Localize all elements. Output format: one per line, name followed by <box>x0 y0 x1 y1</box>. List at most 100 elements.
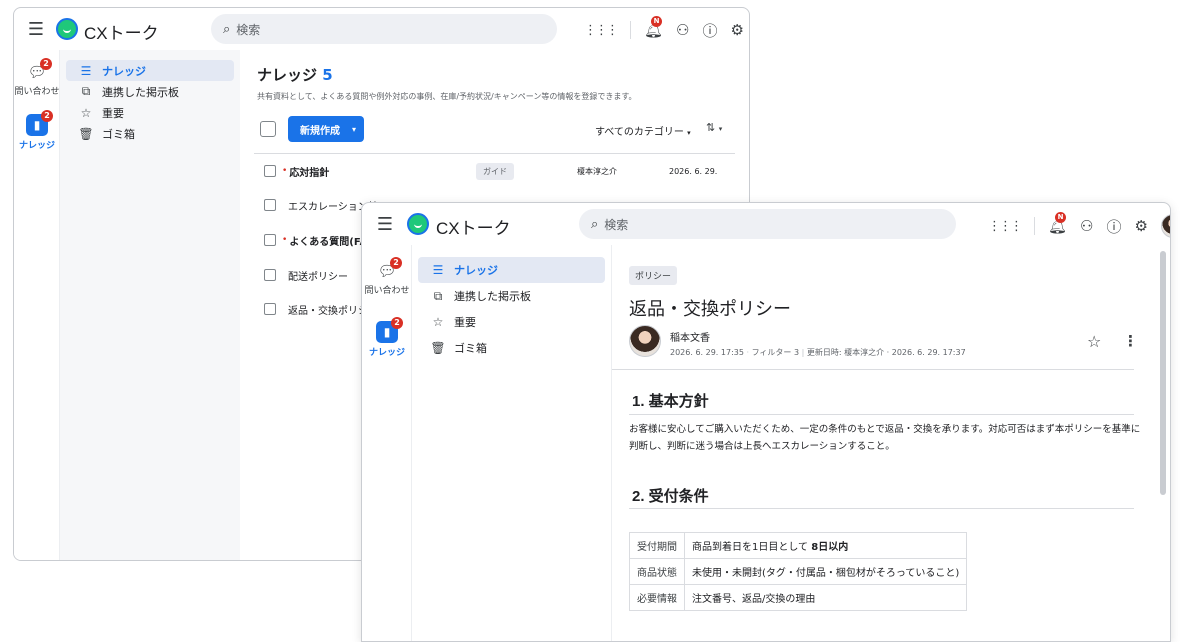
section-title: 2. 受付条件 <box>632 488 709 505</box>
dropdown-caret-icon: ▾ <box>352 124 357 134</box>
created-date: 2026. 6. 29. 17:35 <box>670 348 744 357</box>
sort-filter-icon[interactable]: ⇅ ▾ <box>706 121 722 134</box>
search-icon: ⌕ <box>223 21 231 37</box>
trash-icon: 🗑︎ <box>78 126 94 141</box>
rail-badge: 2 <box>40 58 52 70</box>
condition-key: 受付期間 <box>629 532 685 559</box>
rail-badge: 2 <box>41 110 53 122</box>
sidebar-item-trash[interactable]: 🗑︎ ゴミ箱 <box>66 123 234 144</box>
notification-bell-icon[interactable]: 🔔︎ N <box>644 16 663 39</box>
new-create-button[interactable]: 新規作成 ▾ <box>288 116 365 142</box>
row-checkbox[interactable] <box>264 269 276 281</box>
scrollbar[interactable] <box>1160 251 1166 495</box>
author-avatar <box>629 325 661 357</box>
sidebar-item-label: 重要 <box>454 316 476 329</box>
sidebar-item-label: 連携した掲示板 <box>454 290 531 303</box>
app-logo <box>407 213 429 235</box>
rail-item-knowledge[interactable]: ▮ 2 ナレッジ <box>14 110 60 151</box>
condition-value-bold: 8日以内 <box>811 542 849 553</box>
row-tag: ガイド <box>476 162 514 180</box>
divider <box>630 21 631 39</box>
sidebar-item-knowledge[interactable]: ☰ ナレッジ <box>418 257 605 283</box>
sidebar-item-important[interactable]: ☆ 重要 <box>418 309 605 335</box>
category-tag[interactable]: ポリシー <box>629 266 678 285</box>
settings-gear-icon[interactable]: ⚙ <box>731 21 744 39</box>
rail-label: 問い合わせ <box>14 87 60 97</box>
category-filter[interactable]: すべてのカテゴリー ▾ <box>595 123 691 138</box>
org-chart-icon[interactable]: ⚇ <box>1080 217 1093 235</box>
table-row[interactable]: • 応対指針 ガイド 榎本淳之介 2026. 6. 29. <box>240 158 749 184</box>
app-brand: CXトーク <box>84 24 159 43</box>
knowledge-count: 5 <box>322 66 333 84</box>
search-input[interactable]: ⌕ 検索 <box>211 14 557 44</box>
new-create-label: 新規作成 <box>300 125 340 137</box>
rail-item-knowledge[interactable]: ▮ 2 ナレッジ <box>362 317 412 358</box>
page-title: ナレッジ 5 <box>257 66 333 84</box>
section-title: 1. 基本方針 <box>632 393 709 410</box>
sidebar-item-trash[interactable]: 🗑︎ ゴミ箱 <box>418 335 605 361</box>
row-title: 配送ポリシー <box>288 271 348 283</box>
top-icons: ⋮⋮⋮ 🔔︎ N ⚇ ⓘ ⚙ <box>584 16 749 41</box>
row-checkbox[interactable] <box>264 199 276 211</box>
left-rail: 💬︎ 2 問い合わせ ▮ 2 ナレッジ <box>14 50 60 560</box>
rail-item-inquiries[interactable]: 💬︎ 2 問い合わせ <box>14 58 60 97</box>
apps-grid-icon[interactable]: ⋮⋮⋮ <box>584 23 619 38</box>
condition-value: 商品到着日を1日目として 8日以内 <box>683 532 968 559</box>
notification-bell-icon[interactable]: 🔔︎ N <box>1048 212 1067 235</box>
search-input[interactable]: ⌕ 検索 <box>579 209 956 239</box>
sidebar-item-knowledge[interactable]: ☰ ナレッジ <box>66 60 234 81</box>
conditions-table: 受付期間 商品到着日を1日目として 8日以内 商品状態 未使用・未開封(タグ・付… <box>629 532 968 611</box>
left-rail: 💬︎ 2 問い合わせ ▮ 2 ナレッジ <box>362 245 412 641</box>
rail-label: ナレッジ <box>368 348 405 358</box>
search-placeholder: 検索 <box>604 217 629 232</box>
sidebar-item-linked-board[interactable]: ⧉ 連携した掲示板 <box>418 283 605 309</box>
help-icon[interactable]: ⓘ <box>703 20 718 41</box>
sidebar-item-label: 連携した掲示板 <box>102 85 179 99</box>
section-divider <box>629 508 1134 509</box>
page-description: 共有資料として、よくある質問や例外対応の事例、在庫/予約状況/キャンペーン等の情… <box>257 92 637 101</box>
knowledge-book-icon: ▮ 2 <box>376 317 403 343</box>
row-checkbox[interactable] <box>264 303 276 315</box>
list-divider <box>254 153 735 154</box>
condition-value: 未使用・未開封(タグ・付属品・梱包材がそろっていること) <box>683 558 968 585</box>
row-title: 応対指針 <box>289 167 330 179</box>
table-row: 受付期間 商品到着日を1日目として 8日以内 <box>629 532 968 559</box>
document-icon: ☰ <box>80 63 92 78</box>
divider <box>1034 217 1035 235</box>
settings-gear-icon[interactable]: ⚙ <box>1135 217 1148 235</box>
row-checkbox[interactable] <box>264 234 276 246</box>
star-icon: ☆ <box>80 105 92 120</box>
app-brand: CXトーク <box>436 219 511 238</box>
more-options-icon[interactable]: ⋮ <box>1123 332 1138 350</box>
help-icon[interactable]: ⓘ <box>1107 216 1122 237</box>
row-checkbox[interactable] <box>264 165 276 177</box>
updated-info: 更新日時: 榎本淳之介 · 2026. 6. 29. 17:37 <box>806 348 966 357</box>
chat-bubble-icon: 💬︎ 2 <box>27 58 52 82</box>
apps-grid-icon[interactable]: ⋮⋮⋮ <box>988 219 1023 234</box>
top-icons: ⋮⋮⋮ 🔔︎ N ⚇ ⓘ ⚙ <box>988 212 1170 238</box>
star-icon: ☆ <box>432 315 444 329</box>
select-all-checkbox[interactable] <box>260 121 276 137</box>
user-avatar[interactable] <box>1160 214 1170 238</box>
menu-icon[interactable]: ☰ <box>26 19 46 40</box>
page-title: 返品・交換ポリシー <box>629 299 791 320</box>
org-chart-icon[interactable]: ⚇ <box>676 21 689 39</box>
knowledge-detail: ポリシー 返品・交換ポリシー 稲本文香 2026. 6. 29. 17:35 ·… <box>612 245 1158 641</box>
notification-badge: N <box>651 16 662 27</box>
sidebar-item-label: ゴミ箱 <box>102 127 135 141</box>
sidebar-item-label: 重要 <box>102 106 124 120</box>
required-mark: • <box>282 166 288 176</box>
linked-board-icon: ⧉ <box>81 84 91 98</box>
search-icon: ⌕ <box>591 216 599 232</box>
rail-label: ナレッジ <box>18 141 55 151</box>
rail-item-inquiries[interactable]: 💬︎ 2 問い合わせ <box>362 257 412 296</box>
sidebar-item-important[interactable]: ☆ 重要 <box>66 102 234 123</box>
sidebar-item-label: ナレッジ <box>454 264 498 277</box>
menu-icon[interactable]: ☰ <box>375 214 395 235</box>
rail-badge: 2 <box>391 317 403 329</box>
filter-count[interactable]: フィルター 3 <box>752 348 799 357</box>
sidebar-item-linked-board[interactable]: ⧉ 連携した掲示板 <box>66 81 234 102</box>
favorite-star-icon[interactable]: ☆ <box>1087 332 1101 351</box>
knowledge-book-icon: ▮ 2 <box>26 110 53 136</box>
top-bar: ☰ CXトーク ⌕ 検索 ⋮⋮⋮ 🔔︎ N ⚇ ⓘ ⚙ <box>362 203 1170 245</box>
